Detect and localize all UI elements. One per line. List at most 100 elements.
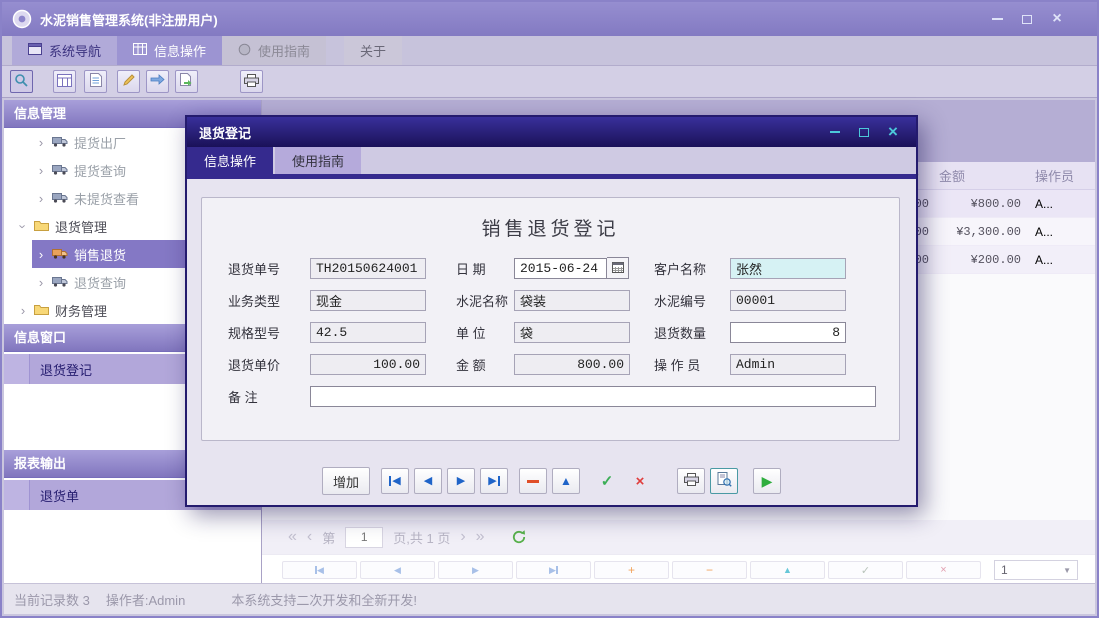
restore-icon[interactable] [1019, 11, 1035, 27]
operator-field[interactable] [730, 354, 846, 375]
grid-post-button[interactable]: ✓ [828, 561, 903, 579]
menu-tab-bar: 系统导航 信息操作 使用指南 关于 [2, 36, 1097, 66]
grid-first-button[interactable]: ◀ [282, 561, 357, 579]
help-circle-icon [238, 43, 251, 59]
grid-next-button[interactable]: ▶ [438, 561, 513, 579]
prev-page-icon[interactable]: ‹ [307, 528, 312, 546]
dialog-tab-info-operation[interactable]: 信息操作 [187, 147, 273, 174]
grid-delete-button[interactable]: − [672, 561, 747, 579]
calendar-button[interactable] [607, 257, 629, 279]
minus-icon [527, 480, 539, 483]
tab-info-operation[interactable]: 信息操作 [117, 36, 222, 65]
prev-record-button[interactable]: ◀ [414, 468, 442, 494]
form-groupbox: 销售退货登记 退货单号 日 期 客户名称 业务类型 水 [201, 197, 900, 441]
biz-type-label: 业务类型 [228, 291, 310, 310]
row-gutter [4, 480, 30, 510]
customer-label: 客户名称 [654, 259, 730, 278]
chevron-down-icon: › [16, 221, 31, 231]
amount-field[interactable] [514, 354, 630, 375]
dialog-tab-bar: 信息操作 使用指南 [187, 147, 916, 174]
chevron-down-icon: ▼ [1063, 566, 1071, 575]
page-number-input[interactable] [345, 527, 383, 548]
document-export-icon [180, 73, 194, 90]
customer-field[interactable] [730, 258, 846, 279]
status-bar: 当前记录数 3 操作者:Admin 本系统支持二次开发和全新开发! [4, 583, 1095, 614]
date-field[interactable] [514, 258, 607, 279]
window-grid-icon [28, 43, 42, 58]
cancel-button[interactable]: × [626, 468, 654, 494]
form-grid: 退货单号 日 期 客户名称 业务类型 水泥名称 水 [228, 257, 899, 407]
window-title: 水泥销售管理系统(非注册用户) [40, 10, 218, 29]
last-record-button[interactable]: ▶ [480, 468, 508, 494]
grid-add-button[interactable]: + [594, 561, 669, 579]
tab-about[interactable]: 关于 [344, 36, 402, 65]
first-record-button[interactable]: ◀ [381, 468, 409, 494]
order-no-field[interactable] [310, 258, 426, 279]
chevron-right-icon: › [36, 191, 46, 206]
print-button[interactable] [677, 468, 705, 494]
grid-page-select[interactable]: 1 ▼ [994, 560, 1078, 580]
spec-field[interactable] [310, 322, 426, 343]
x-icon: × [636, 473, 645, 490]
dialog-maximize-icon[interactable] [857, 125, 871, 139]
grid-edit-button[interactable]: ▲ [750, 561, 825, 579]
titlebar: 水泥销售管理系统(非注册用户) × [2, 2, 1097, 36]
close-icon[interactable]: × [1049, 11, 1065, 27]
preview-button[interactable] [710, 468, 738, 494]
operator-field-label: 操 作 员 [654, 355, 730, 374]
edit-record-button[interactable]: ▲ [552, 468, 580, 494]
next-record-icon: ▶ [457, 476, 465, 487]
status-note-label: 本系统支持二次开发和全新开发! [231, 590, 417, 609]
price-field[interactable] [310, 354, 426, 375]
delete-record-button[interactable] [519, 468, 547, 494]
prev-record-icon: ◀ [424, 476, 432, 487]
search-icon [14, 73, 29, 91]
printer-icon [684, 473, 699, 489]
chevron-right-icon: › [36, 135, 46, 150]
first-page-icon[interactable]: « [288, 528, 297, 546]
cement-no-field[interactable] [730, 290, 846, 311]
biz-type-field[interactable] [310, 290, 426, 311]
unit-field[interactable] [514, 322, 630, 343]
table-icon [57, 74, 72, 90]
last-page-icon[interactable]: » [476, 528, 485, 546]
edit-toolbar-button[interactable] [117, 70, 140, 93]
transfer-toolbar-button[interactable] [146, 70, 169, 93]
remark-label: 备 注 [228, 387, 310, 406]
dialog-close-icon[interactable]: × [886, 125, 900, 139]
grid-last-button[interactable]: ▶ [516, 561, 591, 579]
refresh-icon[interactable] [511, 529, 527, 545]
query-toolbar-button[interactable] [10, 70, 33, 93]
dialog-body: 销售退货登记 退货单号 日 期 客户名称 业务类型 水 [187, 179, 916, 505]
column-header-operator[interactable]: 操作员 [1035, 166, 1095, 185]
cement-name-field[interactable] [514, 290, 630, 311]
next-record-button[interactable]: ▶ [447, 468, 475, 494]
return-registration-dialog: 退货登记 × 信息操作 使用指南 销售退货登记 退货单号 日 期 [185, 115, 918, 507]
folder-icon [34, 303, 49, 318]
next-page-icon[interactable]: › [460, 528, 465, 546]
add-button[interactable]: 增加 [322, 467, 370, 495]
dialog-window-controls: × [828, 125, 904, 139]
post-button[interactable]: ✓ [593, 468, 621, 494]
remark-field[interactable] [310, 386, 876, 407]
execute-button[interactable]: ▶ [753, 468, 781, 494]
tab-system-nav[interactable]: 系统导航 [12, 36, 117, 65]
column-header-amount[interactable]: 金额 [939, 166, 1021, 185]
export-toolbar-button[interactable] [175, 70, 198, 93]
grid-cancel-button[interactable]: × [906, 561, 981, 579]
tab-user-guide[interactable]: 使用指南 [222, 36, 326, 65]
order-no-label: 退货单号 [228, 259, 310, 278]
dialog-tab-user-guide[interactable]: 使用指南 [275, 147, 361, 174]
cement-name-label: 水泥名称 [456, 291, 514, 310]
document-toolbar-button[interactable] [84, 70, 107, 93]
dialog-minimize-icon[interactable] [828, 125, 842, 139]
check-icon: ✓ [601, 472, 614, 490]
grid-prev-button[interactable]: ◀ [360, 561, 435, 579]
grid-view-toolbar-button[interactable] [53, 70, 76, 93]
qty-label: 退货数量 [654, 323, 730, 342]
print-toolbar-button[interactable] [240, 70, 263, 93]
minimize-icon[interactable] [989, 11, 1005, 27]
qty-field[interactable] [730, 322, 846, 343]
chevron-right-icon: › [18, 303, 28, 318]
app-window: 水泥销售管理系统(非注册用户) × 系统导航 信息操作 使用指南 关于 [0, 0, 1099, 618]
